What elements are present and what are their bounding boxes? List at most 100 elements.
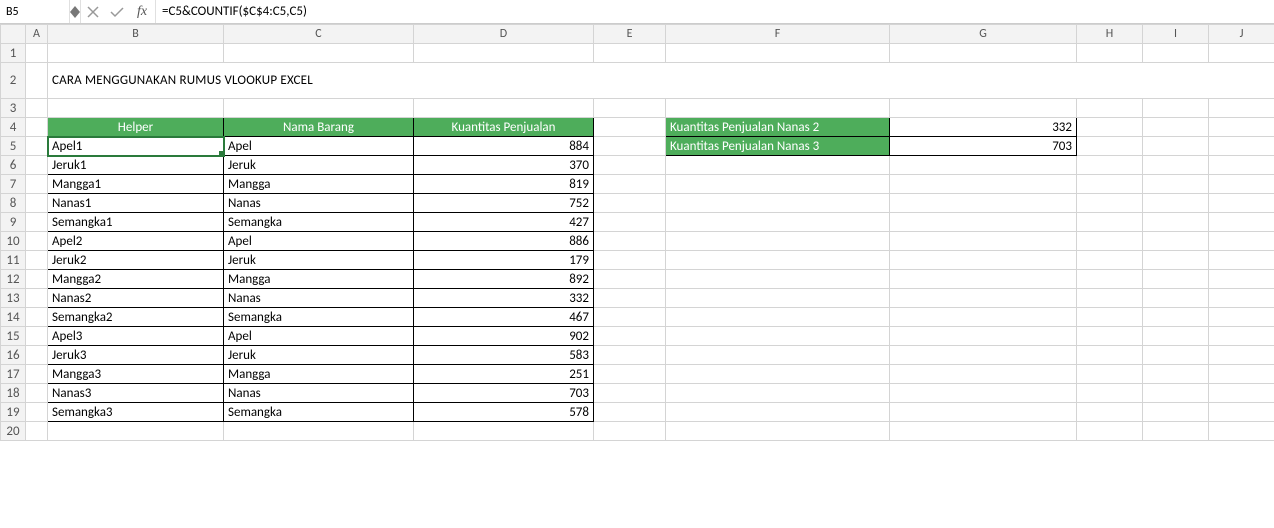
- cell-F10[interactable]: [666, 232, 890, 251]
- cell-H19[interactable]: [1077, 403, 1143, 422]
- cell-A9[interactable]: [26, 213, 48, 232]
- cell-F12[interactable]: [666, 270, 890, 289]
- cell-H15[interactable]: [1077, 327, 1143, 346]
- cancel-formula-button[interactable]: [81, 0, 105, 23]
- cell-G13[interactable]: [890, 289, 1077, 308]
- cell-J1[interactable]: [1209, 44, 1274, 63]
- cell-I1[interactable]: [1143, 44, 1209, 63]
- cell-F3[interactable]: [666, 99, 890, 118]
- row-header-14[interactable]: 14: [1, 308, 26, 327]
- cell-G14[interactable]: [890, 308, 1077, 327]
- cell-I7[interactable]: [1143, 175, 1209, 194]
- table1-nama-3[interactable]: Nanas: [224, 194, 414, 213]
- name-box-stepper[interactable]: [70, 0, 81, 23]
- cell-A1[interactable]: [26, 44, 48, 63]
- row-header-10[interactable]: 10: [1, 232, 26, 251]
- table1-qty-6[interactable]: 179: [414, 251, 594, 270]
- cell-G11[interactable]: [890, 251, 1077, 270]
- cell-E4[interactable]: [594, 118, 666, 137]
- cell-F11[interactable]: [666, 251, 890, 270]
- cell-G15[interactable]: [890, 327, 1077, 346]
- row-header-1[interactable]: 1: [1, 44, 26, 63]
- cell-E5[interactable]: [594, 137, 666, 156]
- table1-nama-13[interactable]: Nanas: [224, 384, 414, 403]
- cell-B20[interactable]: [48, 422, 224, 441]
- cell-I15[interactable]: [1143, 327, 1209, 346]
- confirm-formula-button[interactable]: [105, 0, 129, 23]
- table1-helper-1[interactable]: Jeruk1: [48, 156, 224, 175]
- table1-nama-4[interactable]: Semangka: [224, 213, 414, 232]
- table1-nama-0[interactable]: Apel: [224, 137, 414, 156]
- cell-D20[interactable]: [414, 422, 594, 441]
- cell-J6[interactable]: [1209, 156, 1274, 175]
- cell-A16[interactable]: [26, 346, 48, 365]
- cell-I17[interactable]: [1143, 365, 1209, 384]
- cell-E12[interactable]: [594, 270, 666, 289]
- cell-C1[interactable]: [224, 44, 414, 63]
- cell-J18[interactable]: [1209, 384, 1274, 403]
- cell-H7[interactable]: [1077, 175, 1143, 194]
- lookup-value-1[interactable]: 703: [890, 137, 1077, 156]
- table1-helper-6[interactable]: Jeruk2: [48, 251, 224, 270]
- cell-E14[interactable]: [594, 308, 666, 327]
- cell-F1[interactable]: [666, 44, 890, 63]
- cell-A8[interactable]: [26, 194, 48, 213]
- cell-H16[interactable]: [1077, 346, 1143, 365]
- table1-qty-5[interactable]: 886: [414, 232, 594, 251]
- cell-H10[interactable]: [1077, 232, 1143, 251]
- cell-A7[interactable]: [26, 175, 48, 194]
- cell-J12[interactable]: [1209, 270, 1274, 289]
- cell-A11[interactable]: [26, 251, 48, 270]
- table1-nama-9[interactable]: Semangka: [224, 308, 414, 327]
- table1-nama-8[interactable]: Nanas: [224, 289, 414, 308]
- cell-A12[interactable]: [26, 270, 48, 289]
- table1-qty-12[interactable]: 251: [414, 365, 594, 384]
- cell-A20[interactable]: [26, 422, 48, 441]
- table1-nama-2[interactable]: Mangga: [224, 175, 414, 194]
- row-header-5[interactable]: 5: [1, 137, 26, 156]
- cell-E6[interactable]: [594, 156, 666, 175]
- table1-qty-3[interactable]: 752: [414, 194, 594, 213]
- cell-J4[interactable]: [1209, 118, 1274, 137]
- cell-I5[interactable]: [1143, 137, 1209, 156]
- row-header-8[interactable]: 8: [1, 194, 26, 213]
- cell-A15[interactable]: [26, 327, 48, 346]
- cell-F17[interactable]: [666, 365, 890, 384]
- cell-I20[interactable]: [1143, 422, 1209, 441]
- cell-C3[interactable]: [224, 99, 414, 118]
- cell-G6[interactable]: [890, 156, 1077, 175]
- formula-input[interactable]: =C5&COUNTIF($C$4:C5,C5): [155, 0, 1274, 23]
- table1-nama-1[interactable]: Jeruk: [224, 156, 414, 175]
- table1-helper-13[interactable]: Nanas3: [48, 384, 224, 403]
- cell-J3[interactable]: [1209, 99, 1274, 118]
- cell-G18[interactable]: [890, 384, 1077, 403]
- table1-nama-12[interactable]: Mangga: [224, 365, 414, 384]
- cell-J19[interactable]: [1209, 403, 1274, 422]
- table1-qty-4[interactable]: 427: [414, 213, 594, 232]
- cell-A19[interactable]: [26, 403, 48, 422]
- cell-J5[interactable]: [1209, 137, 1274, 156]
- cell-F16[interactable]: [666, 346, 890, 365]
- select-all-corner[interactable]: [1, 25, 26, 44]
- cell-F9[interactable]: [666, 213, 890, 232]
- cell-A2[interactable]: [26, 63, 48, 99]
- table1-helper-10[interactable]: Apel3: [48, 327, 224, 346]
- cell-C20[interactable]: [224, 422, 414, 441]
- table1-nama-7[interactable]: Mangga: [224, 270, 414, 289]
- cell-J10[interactable]: [1209, 232, 1274, 251]
- cell-H18[interactable]: [1077, 384, 1143, 403]
- cell-F13[interactable]: [666, 289, 890, 308]
- row-header-12[interactable]: 12: [1, 270, 26, 289]
- cell-H13[interactable]: [1077, 289, 1143, 308]
- col-header-A[interactable]: A: [26, 25, 48, 44]
- row-header-20[interactable]: 20: [1, 422, 26, 441]
- lookup-label-1[interactable]: Kuantitas Penjualan Nanas 3: [666, 137, 890, 156]
- cell-A3[interactable]: [26, 99, 48, 118]
- table1-qty-7[interactable]: 892: [414, 270, 594, 289]
- table1-qty-2[interactable]: 819: [414, 175, 594, 194]
- col-header-E[interactable]: E: [594, 25, 666, 44]
- cell-G10[interactable]: [890, 232, 1077, 251]
- cell-E3[interactable]: [594, 99, 666, 118]
- table1-qty-14[interactable]: 578: [414, 403, 594, 422]
- cell-A14[interactable]: [26, 308, 48, 327]
